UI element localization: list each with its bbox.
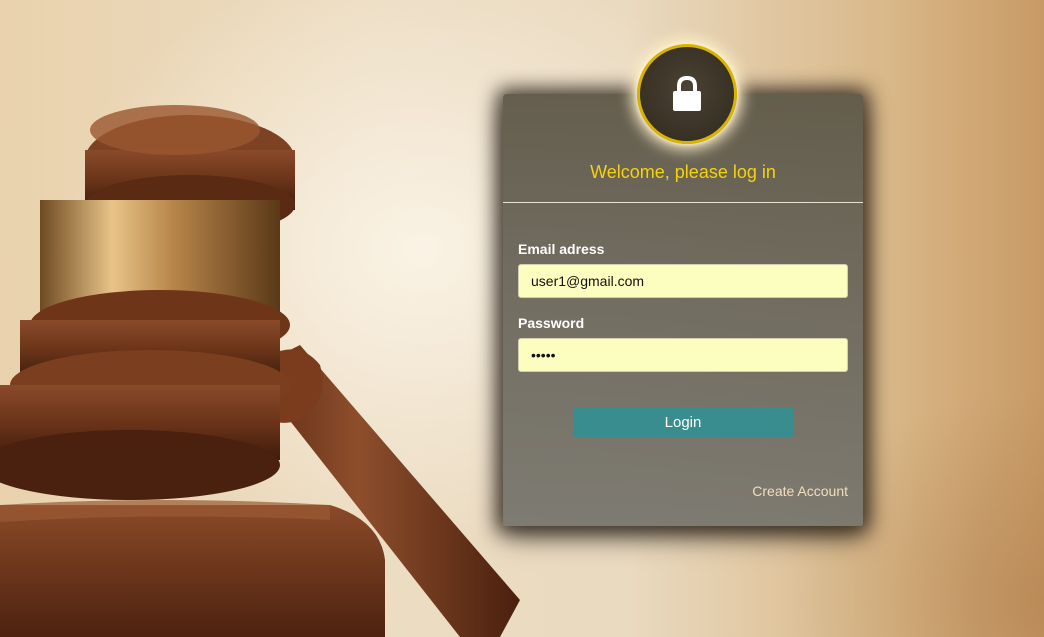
- login-button[interactable]: Login: [573, 407, 793, 437]
- login-page: Welcome, please log in Email adress Pass…: [0, 0, 1044, 637]
- login-heading: Welcome, please log in: [590, 162, 776, 182]
- email-label: Email adress: [518, 241, 605, 257]
- sound-block: [0, 505, 385, 637]
- create-account-link[interactable]: Create Account: [752, 483, 848, 499]
- heading-divider: [503, 202, 863, 203]
- lock-icon: [673, 76, 701, 111]
- password-field[interactable]: [518, 338, 848, 372]
- email-field[interactable]: [518, 264, 848, 298]
- password-label: Password: [518, 315, 585, 331]
- lock-badge: [637, 44, 737, 144]
- login-card: Welcome, please log in Email adress Pass…: [503, 94, 863, 526]
